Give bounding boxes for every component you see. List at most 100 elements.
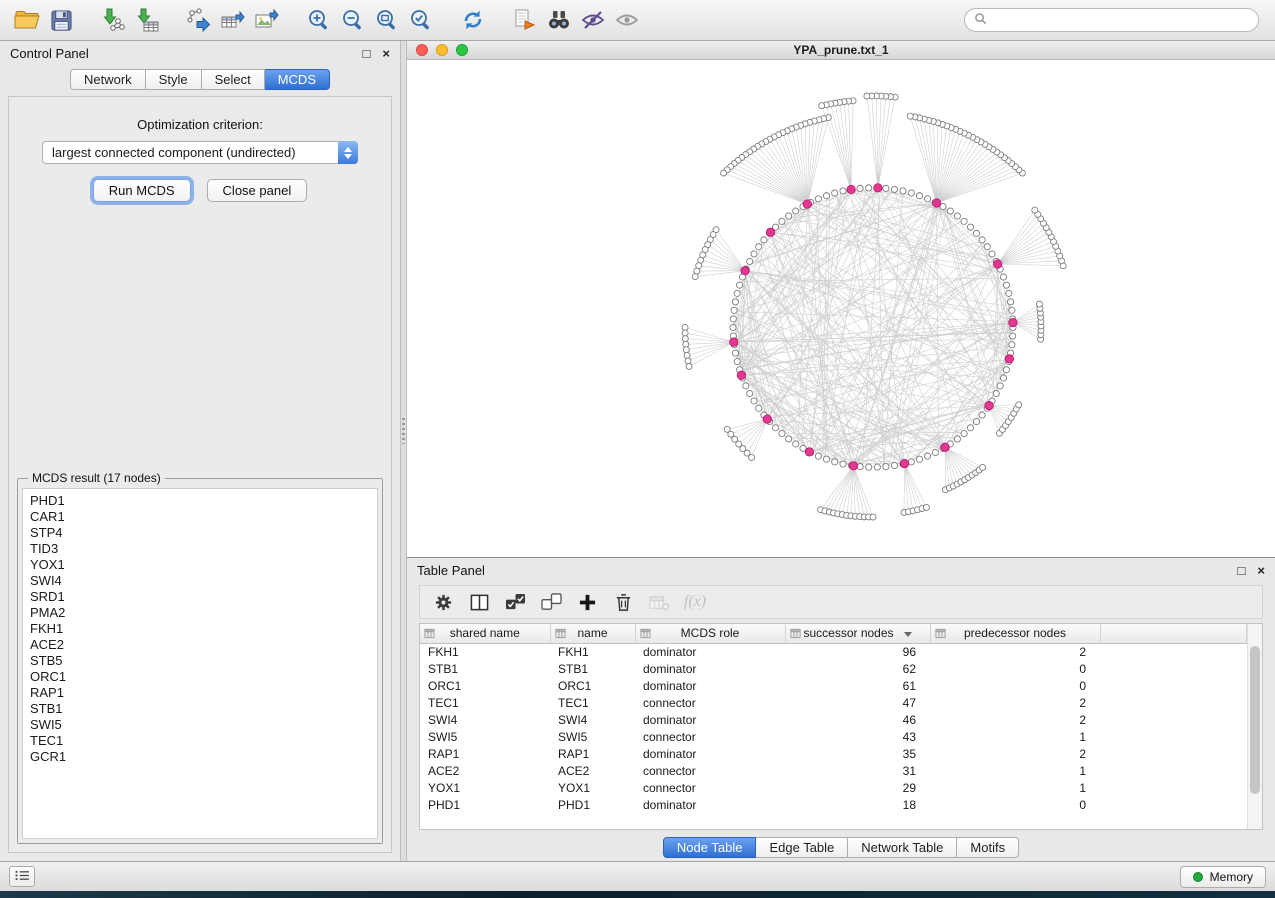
- network-canvas[interactable]: [407, 60, 1275, 557]
- mcds-result-item[interactable]: STB1: [30, 701, 370, 717]
- cell-shared-name[interactable]: SWI4: [420, 711, 550, 728]
- float-panel-icon[interactable]: □: [363, 47, 371, 60]
- mcds-result-item[interactable]: TEC1: [30, 733, 370, 749]
- cell-successor-nodes[interactable]: 46: [785, 711, 930, 728]
- memory-button[interactable]: Memory: [1180, 866, 1266, 888]
- close-table-panel-icon[interactable]: ×: [1257, 564, 1265, 577]
- cell-shared-name[interactable]: YOX1: [420, 779, 550, 796]
- mcds-result-item[interactable]: SRD1: [30, 589, 370, 605]
- unselect-all-button[interactable]: [536, 588, 566, 616]
- show-hidden-panels-button[interactable]: [9, 866, 35, 887]
- add-column-button[interactable]: [572, 588, 602, 616]
- cell-predecessor-nodes[interactable]: 0: [930, 660, 1100, 677]
- select-all-button[interactable]: [500, 588, 530, 616]
- import-network-button[interactable]: [96, 5, 130, 35]
- hide-selected-button[interactable]: [576, 5, 610, 35]
- zoom-in-button[interactable]: [302, 5, 336, 35]
- cell-name[interactable]: SWI4: [550, 711, 635, 728]
- show-all-button[interactable]: [610, 5, 644, 35]
- column-header-shared-name[interactable]: shared name: [420, 624, 550, 643]
- close-panel-icon[interactable]: ×: [382, 47, 390, 60]
- network-window-titlebar[interactable]: YPA_prune.txt_1: [407, 41, 1275, 60]
- search-input[interactable]: [993, 13, 1249, 27]
- table-row[interactable]: RAP1RAP1dominator352: [420, 745, 1247, 762]
- table-row[interactable]: YOX1YOX1connector291: [420, 779, 1247, 796]
- tab-network-table[interactable]: Network Table: [848, 837, 957, 858]
- tab-select[interactable]: Select: [202, 69, 265, 90]
- tab-node-table[interactable]: Node Table: [663, 837, 757, 858]
- table-scrollbar-thumb[interactable]: [1250, 646, 1260, 794]
- open-session-button[interactable]: [10, 5, 44, 35]
- table-row[interactable]: TEC1TEC1connector472: [420, 694, 1247, 711]
- zoom-out-button[interactable]: [336, 5, 370, 35]
- cell-MCDS-role[interactable]: dominator: [635, 643, 785, 660]
- cell-name[interactable]: ACE2: [550, 762, 635, 779]
- show-columns-button[interactable]: [464, 588, 494, 616]
- cell-successor-nodes[interactable]: 96: [785, 643, 930, 660]
- cell-predecessor-nodes[interactable]: 1: [930, 728, 1100, 745]
- tab-network[interactable]: Network: [70, 69, 146, 90]
- tab-edge-table[interactable]: Edge Table: [756, 837, 848, 858]
- column-header-successor-nodes[interactable]: successor nodes: [785, 624, 930, 643]
- mcds-result-item[interactable]: TID3: [30, 541, 370, 557]
- mcds-result-item[interactable]: YOX1: [30, 557, 370, 573]
- cell-successor-nodes[interactable]: 29: [785, 779, 930, 796]
- delete-column-button[interactable]: [608, 588, 638, 616]
- cell-name[interactable]: ORC1: [550, 677, 635, 694]
- mcds-result-item[interactable]: STB5: [30, 653, 370, 669]
- mcds-result-item[interactable]: STP4: [30, 525, 370, 541]
- column-header-predecessor-nodes[interactable]: predecessor nodes: [930, 624, 1100, 643]
- search-box[interactable]: [964, 8, 1259, 32]
- gear-button[interactable]: [428, 588, 458, 616]
- cell-name[interactable]: RAP1: [550, 745, 635, 762]
- cell-name[interactable]: STB1: [550, 660, 635, 677]
- table-row[interactable]: STB1STB1dominator620: [420, 660, 1247, 677]
- cell-predecessor-nodes[interactable]: 2: [930, 643, 1100, 660]
- mcds-result-item[interactable]: SWI5: [30, 717, 370, 733]
- cell-shared-name[interactable]: ORC1: [420, 677, 550, 694]
- cell-shared-name[interactable]: ACE2: [420, 762, 550, 779]
- cell-predecessor-nodes[interactable]: 2: [930, 745, 1100, 762]
- cell-MCDS-role[interactable]: connector: [635, 762, 785, 779]
- mcds-result-item[interactable]: CAR1: [30, 509, 370, 525]
- table-row[interactable]: ACE2ACE2connector311: [420, 762, 1247, 779]
- table-row[interactable]: SWI4SWI4dominator462: [420, 711, 1247, 728]
- cell-shared-name[interactable]: PHD1: [420, 796, 550, 813]
- table-scrollbar[interactable]: [1247, 624, 1262, 829]
- tab-motifs[interactable]: Motifs: [957, 837, 1019, 858]
- table-row[interactable]: PHD1PHD1dominator180: [420, 796, 1247, 813]
- cell-name[interactable]: PHD1: [550, 796, 635, 813]
- cell-successor-nodes[interactable]: 61: [785, 677, 930, 694]
- cell-shared-name[interactable]: TEC1: [420, 694, 550, 711]
- cell-name[interactable]: TEC1: [550, 694, 635, 711]
- cell-name[interactable]: FKH1: [550, 643, 635, 660]
- save-session-button[interactable]: [44, 5, 78, 35]
- mcds-result-item[interactable]: PMA2: [30, 605, 370, 621]
- table-row[interactable]: SWI5SWI5connector431: [420, 728, 1247, 745]
- cell-predecessor-nodes[interactable]: 1: [930, 762, 1100, 779]
- export-image-button[interactable]: [250, 5, 284, 35]
- zoom-selected-button[interactable]: [404, 5, 438, 35]
- criterion-dropdown[interactable]: largest connected component (undirected): [42, 141, 358, 164]
- copy-network-button[interactable]: [508, 5, 542, 35]
- mcds-result-item[interactable]: ACE2: [30, 637, 370, 653]
- cell-predecessor-nodes[interactable]: 0: [930, 677, 1100, 694]
- column-header-name[interactable]: name: [550, 624, 635, 643]
- refresh-view-button[interactable]: [456, 5, 490, 35]
- import-table-button[interactable]: [130, 5, 164, 35]
- window-close-icon[interactable]: [416, 44, 428, 56]
- cell-MCDS-role[interactable]: dominator: [635, 711, 785, 728]
- cell-name[interactable]: SWI5: [550, 728, 635, 745]
- cell-MCDS-role[interactable]: dominator: [635, 745, 785, 762]
- table-row[interactable]: FKH1FKH1dominator962: [420, 643, 1247, 660]
- mcds-result-item[interactable]: FKH1: [30, 621, 370, 637]
- find-button[interactable]: [542, 5, 576, 35]
- table-row[interactable]: ORC1ORC1dominator610: [420, 677, 1247, 694]
- export-network-button[interactable]: [182, 5, 216, 35]
- mcds-result-item[interactable]: PHD1: [30, 493, 370, 509]
- cell-successor-nodes[interactable]: 47: [785, 694, 930, 711]
- float-table-panel-icon[interactable]: □: [1238, 564, 1246, 577]
- window-minimize-icon[interactable]: [436, 44, 448, 56]
- cell-successor-nodes[interactable]: 18: [785, 796, 930, 813]
- cell-predecessor-nodes[interactable]: 0: [930, 796, 1100, 813]
